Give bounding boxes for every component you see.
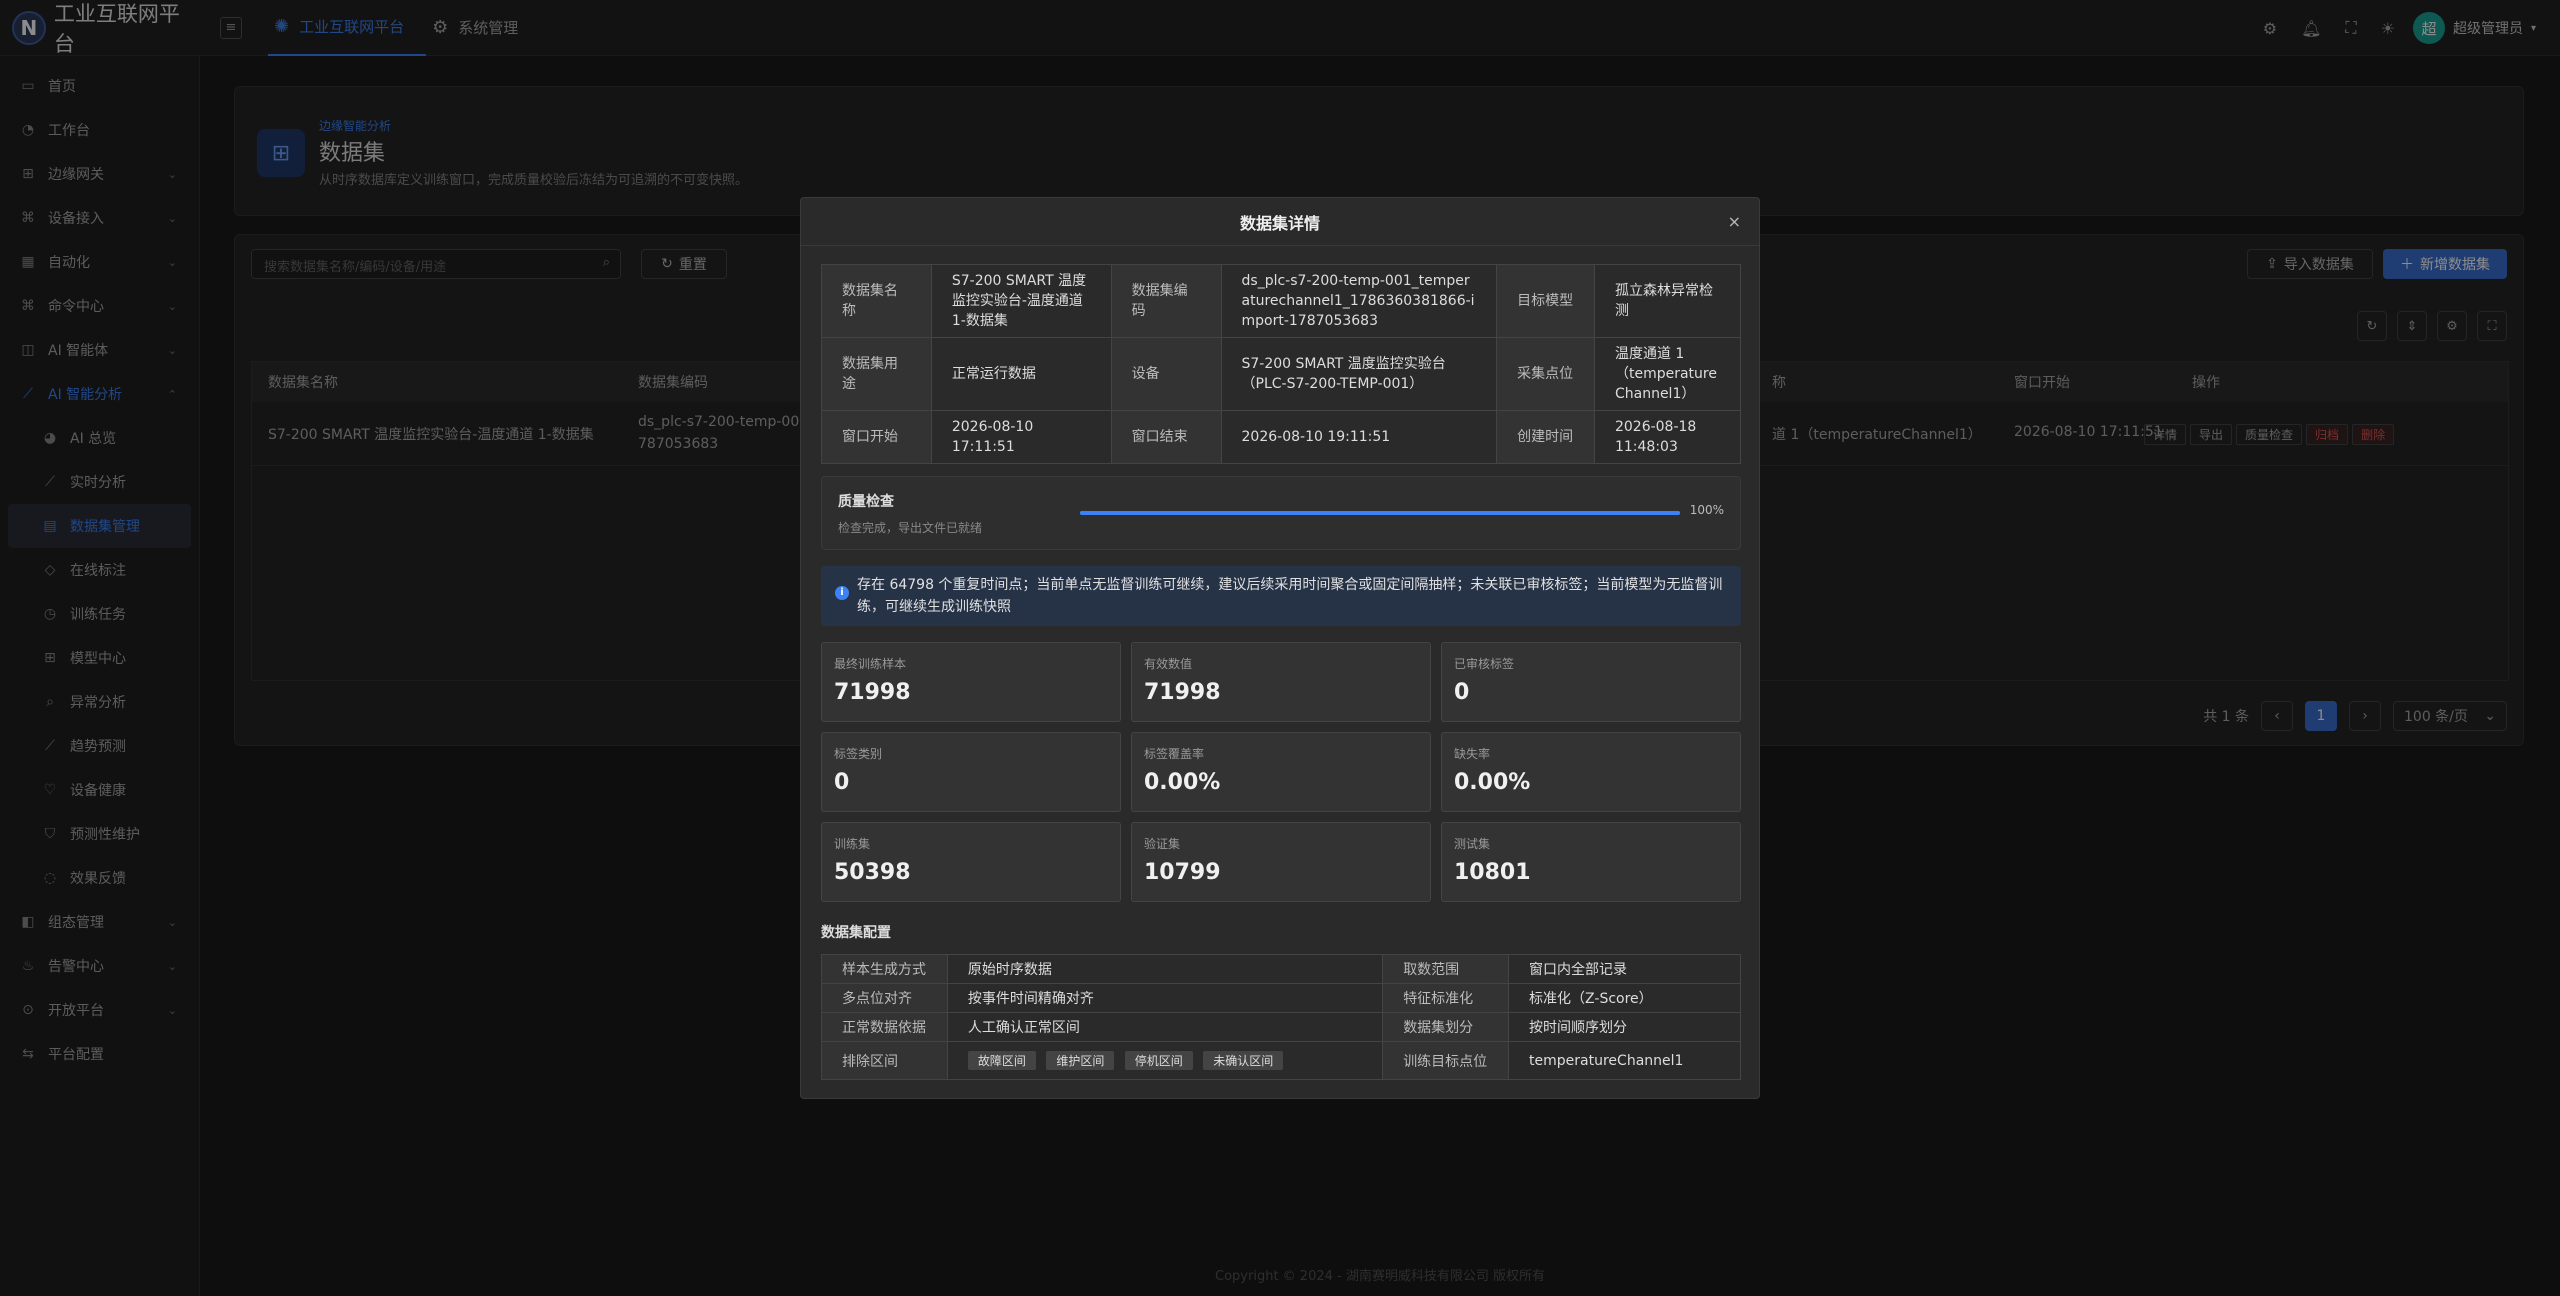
- exclude-tag: 故障区间: [967, 1051, 1036, 1070]
- info-value: ds_plc-s7-200-temp-001_temperaturechanne…: [1220, 264, 1498, 338]
- quality-status: 检查完成，导出文件已就绪: [838, 521, 983, 535]
- modal-header: 数据集详情 ×: [801, 198, 1759, 246]
- stat-card: 训练集 50398: [821, 822, 1121, 902]
- stat-card: 有效数值 71998: [1131, 642, 1431, 722]
- dataset-detail-modal: 数据集详情 × 数据集名称 S7-200 SMART 温度监控实验台-温度通道1…: [800, 197, 1760, 1099]
- info-alert: i 存在 64798 个重复时间点；当前单点无监督训练可继续，建议后续采用时间聚…: [821, 566, 1741, 626]
- config-value: 故障区间 维护区间 停机区间 未确认区间: [946, 1041, 1384, 1080]
- stat-value: 10801: [1454, 860, 1531, 885]
- stat-value: 0.00%: [1144, 770, 1221, 795]
- stat-label: 训练集: [834, 837, 871, 851]
- info-value: 正常运行数据: [930, 337, 1112, 411]
- config-value: 窗口内全部记录: [1508, 954, 1741, 984]
- info-label: 窗口开始: [821, 410, 932, 464]
- stat-value: 0: [1454, 680, 1470, 705]
- config-label: 取数范围: [1382, 954, 1510, 984]
- config-value: temperatureChannel1: [1508, 1041, 1741, 1080]
- stat-label: 已审核标签: [1454, 657, 1515, 671]
- stat-card: 缺失率 0.00%: [1441, 732, 1741, 812]
- info-label: 数据集编码: [1110, 264, 1222, 338]
- config-label: 样本生成方式: [821, 954, 948, 984]
- info-value: 2026-08-10 19:11:51: [1220, 410, 1498, 464]
- info-value: S7-200 SMART 温度监控实验台-温度通道1-数据集: [930, 264, 1112, 338]
- config-label: 训练目标点位: [1382, 1041, 1510, 1080]
- stat-value: 71998: [1144, 680, 1221, 705]
- stat-card: 最终训练样本 71998: [821, 642, 1121, 722]
- config-section-title: 数据集配置: [821, 925, 891, 941]
- info-label: 设备: [1110, 337, 1222, 411]
- stat-value: 0: [834, 770, 850, 795]
- quality-title: 质量检查: [838, 494, 894, 510]
- config-label: 数据集划分: [1382, 1012, 1510, 1042]
- stat-value: 0.00%: [1454, 770, 1531, 795]
- quality-progress-fill: [1080, 511, 1680, 515]
- config-value: 按时间顺序划分: [1508, 1012, 1741, 1042]
- stat-label: 标签类别: [834, 747, 883, 761]
- stat-value: 50398: [834, 860, 911, 885]
- stat-card: 测试集 10801: [1441, 822, 1741, 902]
- info-value: 2026-08-10 17:11:51: [930, 410, 1112, 464]
- close-icon[interactable]: ×: [1728, 212, 1741, 231]
- stat-card: 验证集 10799: [1131, 822, 1431, 902]
- info-value: S7-200 SMART 温度监控实验台（PLC-S7-200-TEMP-001…: [1220, 337, 1498, 411]
- info-label: 数据集名称: [821, 264, 932, 338]
- stat-value: 10799: [1144, 860, 1221, 885]
- quality-progress-bar: [1080, 511, 1680, 515]
- info-value: 2026-08-18 11:48:03: [1593, 410, 1742, 464]
- config-value: 原始时序数据: [946, 954, 1384, 984]
- info-icon: i: [835, 586, 849, 600]
- config-label: 排除区间: [821, 1041, 948, 1080]
- config-value: 标准化（Z-Score）: [1508, 983, 1741, 1013]
- info-value: 温度通道 1（temperature Channel1）: [1593, 337, 1742, 411]
- stat-card: 标签覆盖率 0.00%: [1131, 732, 1431, 812]
- config-value: 人工确认正常区间: [946, 1012, 1384, 1042]
- exclude-tag: 停机区间: [1124, 1051, 1193, 1070]
- info-label: 窗口结束: [1110, 410, 1222, 464]
- info-value: 孤立森林异常检测: [1593, 264, 1742, 338]
- stat-value: 71998: [834, 680, 911, 705]
- dataset-info-table: 数据集名称 S7-200 SMART 温度监控实验台-温度通道1-数据集 数据集…: [821, 264, 1742, 464]
- alert-text: 存在 64798 个重复时间点；当前单点无监督训练可继续，建议后续采用时间聚合或…: [857, 577, 1723, 615]
- config-value: 按事件时间精确对齐: [946, 983, 1384, 1013]
- exclude-tag: 维护区间: [1046, 1051, 1115, 1070]
- stat-label: 测试集: [1454, 837, 1491, 851]
- modal-title: 数据集详情: [1239, 213, 1320, 233]
- info-label: 创建时间: [1496, 410, 1595, 464]
- exclude-tag: 未确认区间: [1203, 1051, 1284, 1070]
- stats-grid: 最终训练样本 71998 有效数值 71998 已审核标签 0 标签类别 0 标签覆盖率…: [821, 642, 1741, 902]
- config-label: 特征标准化: [1382, 983, 1510, 1013]
- config-label: 多点位对齐: [821, 983, 948, 1013]
- stat-label: 有效数值: [1144, 657, 1193, 671]
- quality-percent: 100%: [1689, 503, 1724, 517]
- stat-card: 已审核标签 0: [1441, 642, 1741, 722]
- quality-check-panel: 质量检查 检查完成，导出文件已就绪 100%: [821, 476, 1741, 550]
- stat-card: 标签类别 0: [821, 732, 1121, 812]
- stat-label: 最终训练样本: [834, 657, 907, 671]
- info-label: 采集点位: [1496, 337, 1595, 411]
- config-table: 样本生成方式 原始时序数据 取数范围 窗口内全部记录 多点位对齐 按事件时间精确…: [821, 954, 1741, 1080]
- stat-label: 验证集: [1144, 837, 1181, 851]
- info-label: 数据集用途: [821, 337, 932, 411]
- stat-label: 缺失率: [1454, 747, 1491, 761]
- config-label: 正常数据依据: [821, 1012, 948, 1042]
- info-label: 目标模型: [1496, 264, 1595, 338]
- stat-label: 标签覆盖率: [1144, 747, 1205, 761]
